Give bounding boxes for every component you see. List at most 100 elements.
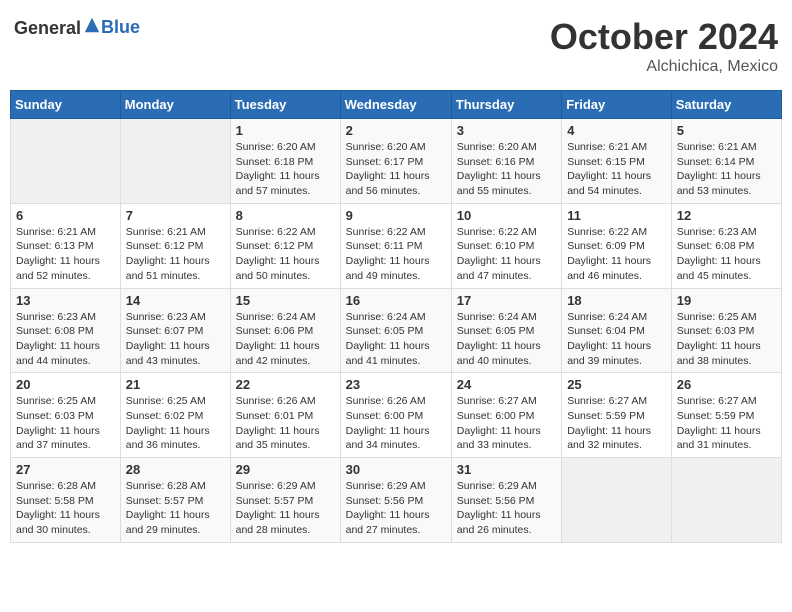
calendar-cell: 10Sunrise: 6:22 AMSunset: 6:10 PMDayligh…	[451, 203, 561, 288]
calendar-cell: 26 Sunrise: 6:27 AMSunset: 5:59 PMDayligh…	[671, 373, 781, 458]
day-info: Sunrise: 6:27 AMSunset: 5:59 PMDaylight:…	[677, 394, 776, 453]
calendar-cell	[562, 458, 672, 543]
day-info: Sunrise: 6:21 AMSunset: 6:15 PMDaylight:…	[567, 140, 666, 199]
day-info: Sunrise: 6:23 AMSunset: 6:08 PMDaylight:…	[677, 225, 776, 284]
day-info: Sunrise: 6:20 AMSunset: 6:16 PMDaylight:…	[457, 140, 556, 199]
day-info: Sunrise: 6:21 AMSunset: 6:13 PMDaylight:…	[16, 225, 115, 284]
day-info: Sunrise: 6:26 AMSunset: 6:01 PMDaylight:…	[236, 394, 335, 453]
day-info: Sunrise: 6:28 AMSunset: 5:58 PMDaylight:…	[16, 479, 115, 538]
calendar-cell: 29 Sunrise: 6:29 AMSunset: 5:57 PMDayligh…	[230, 458, 340, 543]
day-info: Sunrise: 6:27 AMSunset: 6:00 PMDaylight:…	[457, 394, 556, 453]
day-number: 21	[126, 377, 225, 392]
day-info: Sunrise: 6:24 AMSunset: 6:05 PMDaylight:…	[346, 310, 446, 369]
week-row-3: 20 Sunrise: 6:25 AMSunset: 6:03 PMDayligh…	[11, 373, 782, 458]
day-number: 4	[567, 123, 666, 138]
day-number: 9	[346, 208, 446, 223]
day-info: Sunrise: 6:24 AMSunset: 6:05 PMDaylight:…	[457, 310, 556, 369]
calendar-cell: 15Sunrise: 6:24 AMSunset: 6:06 PMDayligh…	[230, 288, 340, 373]
day-number: 2	[346, 123, 446, 138]
day-number: 27	[16, 462, 115, 477]
day-number: 8	[236, 208, 335, 223]
calendar-cell: 25Sunrise: 6:27 AMSunset: 5:59 PMDayligh…	[562, 373, 672, 458]
day-number: 29	[236, 462, 335, 477]
day-info: Sunrise: 6:24 AMSunset: 6:04 PMDaylight:…	[567, 310, 666, 369]
day-info: Sunrise: 6:28 AMSunset: 5:57 PMDaylight:…	[126, 479, 225, 538]
day-info: Sunrise: 6:26 AMSunset: 6:00 PMDaylight:…	[346, 394, 446, 453]
location-title: Alchichica, Mexico	[550, 58, 778, 76]
day-info: Sunrise: 6:22 AMSunset: 6:12 PMDaylight:…	[236, 225, 335, 284]
week-row-2: 13 Sunrise: 6:23 AMSunset: 6:08 PMDayligh…	[11, 288, 782, 373]
calendar-cell: 23 Sunrise: 6:26 AMSunset: 6:00 PMDayligh…	[340, 373, 451, 458]
calendar-cell: 22 Sunrise: 6:26 AMSunset: 6:01 PMDayligh…	[230, 373, 340, 458]
day-number: 22	[236, 377, 335, 392]
calendar-cell: 14 Sunrise: 6:23 AMSunset: 6:07 PMDayligh…	[120, 288, 230, 373]
header-day-tuesday: Tuesday	[230, 91, 340, 119]
header-day-wednesday: Wednesday	[340, 91, 451, 119]
day-number: 12	[677, 208, 776, 223]
day-number: 30	[346, 462, 446, 477]
calendar-cell: 2Sunrise: 6:20 AMSunset: 6:17 PMDaylight…	[340, 119, 451, 204]
day-info: Sunrise: 6:22 AMSunset: 6:09 PMDaylight:…	[567, 225, 666, 284]
day-info: Sunrise: 6:29 AMSunset: 5:57 PMDaylight:…	[236, 479, 335, 538]
day-info: Sunrise: 6:25 AMSunset: 6:03 PMDaylight:…	[677, 310, 776, 369]
calendar-cell: 19 Sunrise: 6:25 AMSunset: 6:03 PMDayligh…	[671, 288, 781, 373]
day-number: 24	[457, 377, 556, 392]
calendar-cell: 20 Sunrise: 6:25 AMSunset: 6:03 PMDayligh…	[11, 373, 121, 458]
day-info: Sunrise: 6:25 AMSunset: 6:02 PMDaylight:…	[126, 394, 225, 453]
day-number: 26	[677, 377, 776, 392]
calendar-cell: 30 Sunrise: 6:29 AMSunset: 5:56 PMDayligh…	[340, 458, 451, 543]
calendar-cell: 27 Sunrise: 6:28 AMSunset: 5:58 PMDayligh…	[11, 458, 121, 543]
day-info: Sunrise: 6:21 AMSunset: 6:12 PMDaylight:…	[126, 225, 225, 284]
day-info: Sunrise: 6:29 AMSunset: 5:56 PMDaylight:…	[457, 479, 556, 538]
day-number: 5	[677, 123, 776, 138]
day-number: 10	[457, 208, 556, 223]
day-number: 20	[16, 377, 115, 392]
calendar-cell	[11, 119, 121, 204]
calendar-cell: 31Sunrise: 6:29 AMSunset: 5:56 PMDayligh…	[451, 458, 561, 543]
day-info: Sunrise: 6:21 AMSunset: 6:14 PMDaylight:…	[677, 140, 776, 199]
logo-icon	[83, 16, 101, 34]
header-day-sunday: Sunday	[11, 91, 121, 119]
title-area: October 2024 Alchichica, Mexico	[550, 16, 778, 76]
header-day-thursday: Thursday	[451, 91, 561, 119]
logo-blue: Blue	[101, 17, 140, 37]
day-info: Sunrise: 6:22 AMSunset: 6:11 PMDaylight:…	[346, 225, 446, 284]
day-number: 17	[457, 293, 556, 308]
day-number: 25	[567, 377, 666, 392]
week-row-1: 6 Sunrise: 6:21 AMSunset: 6:13 PMDaylight…	[11, 203, 782, 288]
header-day-monday: Monday	[120, 91, 230, 119]
week-row-4: 27 Sunrise: 6:28 AMSunset: 5:58 PMDayligh…	[11, 458, 782, 543]
calendar: SundayMondayTuesdayWednesdayThursdayFrid…	[10, 90, 782, 543]
day-info: Sunrise: 6:25 AMSunset: 6:03 PMDaylight:…	[16, 394, 115, 453]
day-number: 7	[126, 208, 225, 223]
day-number: 3	[457, 123, 556, 138]
day-info: Sunrise: 6:29 AMSunset: 5:56 PMDaylight:…	[346, 479, 446, 538]
calendar-cell: 11 Sunrise: 6:22 AMSunset: 6:09 PMDayligh…	[562, 203, 672, 288]
calendar-cell: 3 Sunrise: 6:20 AMSunset: 6:16 PMDaylight…	[451, 119, 561, 204]
day-number: 11	[567, 208, 666, 223]
day-number: 18	[567, 293, 666, 308]
calendar-cell	[120, 119, 230, 204]
day-number: 1	[236, 123, 335, 138]
month-title: October 2024	[550, 16, 778, 58]
calendar-cell: 17 Sunrise: 6:24 AMSunset: 6:05 PMDayligh…	[451, 288, 561, 373]
day-number: 6	[16, 208, 115, 223]
calendar-cell: 1Sunrise: 6:20 AMSunset: 6:18 PMDaylight…	[230, 119, 340, 204]
week-row-0: 1Sunrise: 6:20 AMSunset: 6:18 PMDaylight…	[11, 119, 782, 204]
day-info: Sunrise: 6:23 AMSunset: 6:07 PMDaylight:…	[126, 310, 225, 369]
calendar-header-row: SundayMondayTuesdayWednesdayThursdayFrid…	[11, 91, 782, 119]
calendar-cell: 24 Sunrise: 6:27 AMSunset: 6:00 PMDayligh…	[451, 373, 561, 458]
calendar-body: 1Sunrise: 6:20 AMSunset: 6:18 PMDaylight…	[11, 119, 782, 543]
calendar-cell: 12 Sunrise: 6:23 AMSunset: 6:08 PMDayligh…	[671, 203, 781, 288]
calendar-cell: 28Sunrise: 6:28 AMSunset: 5:57 PMDayligh…	[120, 458, 230, 543]
day-number: 14	[126, 293, 225, 308]
calendar-cell: 4 Sunrise: 6:21 AMSunset: 6:15 PMDaylight…	[562, 119, 672, 204]
day-number: 19	[677, 293, 776, 308]
header-day-saturday: Saturday	[671, 91, 781, 119]
calendar-cell: 8 Sunrise: 6:22 AMSunset: 6:12 PMDaylight…	[230, 203, 340, 288]
calendar-cell: 7 Sunrise: 6:21 AMSunset: 6:12 PMDaylight…	[120, 203, 230, 288]
day-number: 13	[16, 293, 115, 308]
day-info: Sunrise: 6:23 AMSunset: 6:08 PMDaylight:…	[16, 310, 115, 369]
day-number: 23	[346, 377, 446, 392]
logo: General Blue	[14, 16, 140, 39]
